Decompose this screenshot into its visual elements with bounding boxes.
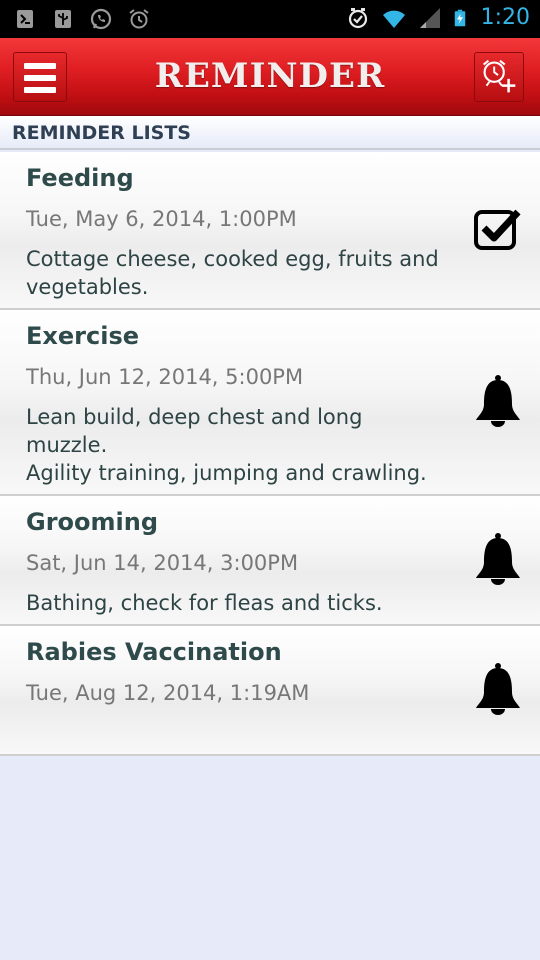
- reminder-item[interactable]: Exercise Thu, Jun 12, 2014, 5:00PM Lean …: [0, 310, 540, 496]
- reminder-date: Tue, Aug 12, 2014, 1:19AM: [26, 681, 310, 705]
- alarm-clock-icon: [129, 9, 149, 29]
- section-title: REMINDER LISTS: [12, 122, 191, 144]
- reminder-date: Thu, Jun 12, 2014, 5:00PM: [26, 365, 304, 389]
- reminder-date: Tue, May 6, 2014, 1:00PM: [26, 207, 297, 231]
- app-header: REMINDER: [0, 38, 540, 116]
- status-time: 1:20: [480, 5, 530, 30]
- reminder-title: Feeding: [26, 164, 134, 192]
- status-bar: 1:20: [0, 0, 540, 38]
- reminder-description: Bathing, check for fleas and ticks.: [26, 591, 383, 615]
- usb-icon: [55, 10, 71, 28]
- whatsapp-icon: [90, 8, 112, 30]
- reminder-item[interactable]: Rabies Vaccination Tue, Aug 12, 2014, 1:…: [0, 626, 540, 756]
- bell-icon[interactable]: [472, 374, 524, 428]
- add-reminder-button[interactable]: [474, 52, 524, 102]
- page-title: REMINDER: [154, 56, 386, 96]
- add-alarm-icon: [482, 59, 516, 93]
- reminder-description: Lean build, deep chest and long muzzle. …: [26, 405, 427, 485]
- bell-icon[interactable]: [472, 662, 524, 716]
- checkbox-checked-icon[interactable]: [472, 202, 524, 256]
- reminder-item[interactable]: Grooming Sat, Jun 14, 2014, 3:00PM Bathi…: [0, 496, 540, 626]
- usb-debug-icon: [17, 10, 33, 28]
- reminder-date: Sat, Jun 14, 2014, 3:00PM: [26, 551, 299, 575]
- alarm-set-icon: [348, 7, 367, 28]
- reminder-title: Rabies Vaccination: [26, 638, 282, 666]
- section-header: REMINDER LISTS: [0, 116, 540, 150]
- bell-icon[interactable]: [472, 532, 524, 586]
- battery-charging-icon: [454, 9, 465, 26]
- signal-icon: [419, 7, 440, 28]
- reminder-item[interactable]: Feeding Tue, May 6, 2014, 1:00PM Cottage…: [0, 152, 540, 310]
- wifi-icon: [382, 10, 405, 28]
- reminder-description: Cottage cheese, cooked egg, fruits and v…: [26, 247, 439, 299]
- reminder-title: Grooming: [26, 508, 159, 536]
- reminder-title: Exercise: [26, 322, 140, 350]
